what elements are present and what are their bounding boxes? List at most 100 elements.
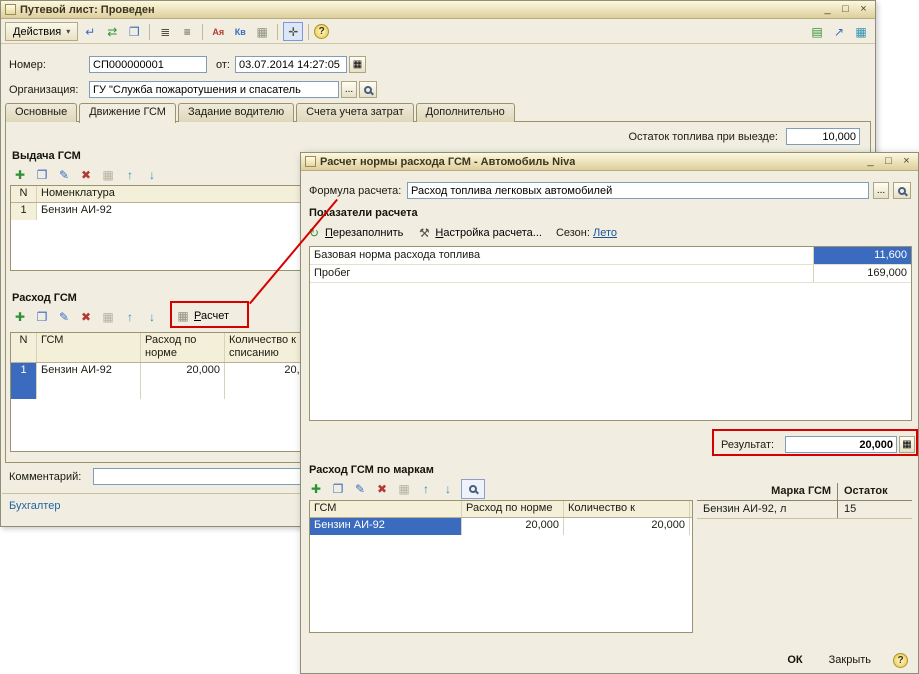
refill-button[interactable]: ↻ Перезаполнить xyxy=(307,223,403,243)
add-row-icon[interactable]: ✚ xyxy=(11,308,29,326)
maximize-icon[interactable]: □ xyxy=(881,155,896,168)
copy-icon[interactable]: ❐ xyxy=(124,22,144,41)
copy-row-icon[interactable]: ❐ xyxy=(329,480,347,498)
indicator-row[interactable]: Базовая норма расхода топлива 11,600 xyxy=(310,247,911,265)
brand-column-header: Марка ГСМ xyxy=(697,483,837,500)
move-down-icon[interactable]: ↓ xyxy=(143,166,161,184)
move-up-icon[interactable]: ↑ xyxy=(417,480,435,498)
add-row-icon[interactable]: ✚ xyxy=(307,480,325,498)
gsm-cell[interactable]: Бензин АИ-92 xyxy=(37,363,141,399)
toolbar-separator xyxy=(277,24,278,40)
move-up-icon[interactable]: ↑ xyxy=(121,308,139,326)
minimize-icon[interactable]: _ xyxy=(820,3,835,16)
number-label: Номер: xyxy=(9,59,46,71)
consumption-table: N ГСМ Расход по норме Количество к списа… xyxy=(10,332,326,452)
indicator-value[interactable]: 169,000 xyxy=(813,265,911,282)
move-up-icon[interactable]: ↑ xyxy=(121,166,139,184)
column-header-norm: Расход по норме xyxy=(141,333,225,362)
calculate-button[interactable]: ▦ Расчет xyxy=(176,306,229,326)
maximize-icon[interactable]: □ xyxy=(838,3,853,16)
organization-input[interactable] xyxy=(89,81,339,98)
structure-icon[interactable]: ✛ xyxy=(283,22,303,41)
ok-button[interactable]: ОК xyxy=(783,652,806,668)
edit-row-icon[interactable]: ✎ xyxy=(55,166,73,184)
calculator-icon[interactable]: ▦ xyxy=(252,22,272,41)
result-input[interactable] xyxy=(785,436,897,453)
calc-dialog: Расчет нормы расхода ГСМ - Автомобиль Ni… xyxy=(300,152,919,674)
help-icon[interactable]: ? xyxy=(314,24,329,39)
tab-cost-accounts[interactable]: Счета учета затрат xyxy=(296,103,413,122)
magnifier-glyph xyxy=(898,187,906,195)
totals-icon[interactable]: Кв xyxy=(230,22,250,41)
sort-icon[interactable]: Ая xyxy=(208,22,228,41)
norm-cell[interactable]: 20,000 xyxy=(141,363,225,399)
add-row-icon[interactable]: ✚ xyxy=(11,166,29,184)
copy-row-icon[interactable]: ❐ xyxy=(33,308,51,326)
reread-icon[interactable]: ⇄ xyxy=(102,22,122,41)
toolbar-separator xyxy=(308,24,309,40)
calculator-icon[interactable]: ▦ xyxy=(899,436,915,453)
writeoff-cell[interactable]: 20,000 xyxy=(564,518,690,535)
save-icon[interactable]: ↵ xyxy=(80,22,100,41)
norm-cell[interactable]: 20,000 xyxy=(462,518,564,535)
ellipsis-button[interactable]: ... xyxy=(341,81,357,98)
delete-row-icon[interactable]: ✖ xyxy=(373,480,391,498)
actions-button[interactable]: Действия ▾ xyxy=(5,22,78,41)
close-icon[interactable]: × xyxy=(856,3,871,16)
minimize-icon[interactable]: _ xyxy=(863,155,878,168)
date-input[interactable] xyxy=(235,56,347,73)
consumption-table-header: N ГСМ Расход по норме Количество к списа… xyxy=(11,333,325,363)
move-down-icon[interactable]: ↓ xyxy=(143,308,161,326)
organization-label: Организация: xyxy=(9,84,78,96)
tab-driver-task[interactable]: Задание водителю xyxy=(178,103,294,122)
magnifier-icon[interactable] xyxy=(893,182,911,199)
search-icon[interactable] xyxy=(461,479,485,499)
number-input[interactable] xyxy=(89,56,207,73)
ellipsis-button[interactable]: ... xyxy=(873,182,889,199)
tab-additional[interactable]: Дополнительно xyxy=(416,103,515,122)
brand-rest-header: Марка ГСМ Остаток xyxy=(697,483,912,501)
gsm-cell[interactable]: Бензин АИ-92 xyxy=(310,518,462,535)
help-icon[interactable]: ? xyxy=(893,653,908,668)
indicator-name[interactable]: Базовая норма расхода топлива xyxy=(310,247,813,264)
list-settings-icon[interactable]: ≡ xyxy=(177,22,197,41)
brands-table-row[interactable]: Бензин АИ-92 20,000 20,000 xyxy=(310,518,692,535)
magnifier-icon[interactable] xyxy=(359,81,377,98)
inactive-icon[interactable]: ▦ xyxy=(99,166,117,184)
report-icon[interactable]: ▦ xyxy=(851,22,871,41)
season-label: Сезон: xyxy=(556,227,590,239)
indicator-row[interactable]: Пробег 169,000 xyxy=(310,265,911,283)
delete-row-icon[interactable]: ✖ xyxy=(77,308,95,326)
calc-settings-label: Настройка расчета... xyxy=(435,227,542,239)
fuel-rest-input[interactable] xyxy=(786,128,860,145)
calendar-icon[interactable]: ▦ xyxy=(349,56,366,73)
row-number-cell[interactable]: 1 xyxy=(11,363,37,399)
magnifier-glyph xyxy=(469,485,477,493)
responsible-link[interactable]: Бухгалтер xyxy=(9,500,60,512)
close-button[interactable]: Закрыть xyxy=(825,652,875,668)
calc-settings-button[interactable]: ⚒ Настройка расчета... xyxy=(417,223,542,243)
inactive-icon[interactable]: ▦ xyxy=(99,308,117,326)
inactive-icon[interactable]: ▦ xyxy=(395,480,413,498)
row-number-cell[interactable]: 1 xyxy=(11,203,37,220)
journal-icon[interactable]: ▤ xyxy=(807,22,827,41)
move-down-icon[interactable]: ↓ xyxy=(439,480,457,498)
brands-table-header: ГСМ Расход по норме Количество к списани… xyxy=(310,501,692,518)
formula-input[interactable] xyxy=(407,182,869,199)
dialog-buttons: ОК Закрыть ? xyxy=(783,652,908,668)
tab-main[interactable]: Основные xyxy=(5,103,77,122)
indicator-name[interactable]: Пробег xyxy=(310,265,813,282)
tab-fuel-movement[interactable]: Движение ГСМ xyxy=(79,103,176,123)
close-icon[interactable]: × xyxy=(899,155,914,168)
list-icon[interactable]: ≣ xyxy=(155,22,175,41)
edit-row-icon[interactable]: ✎ xyxy=(55,308,73,326)
indicator-value[interactable]: 11,600 xyxy=(813,247,911,264)
delete-row-icon[interactable]: ✖ xyxy=(77,166,95,184)
copy-row-icon[interactable]: ❐ xyxy=(33,166,51,184)
season-link[interactable]: Лето xyxy=(593,227,617,239)
calculate-label: Расчет xyxy=(194,310,229,322)
edit-row-icon[interactable]: ✎ xyxy=(351,480,369,498)
consumption-table-row[interactable]: 1 Бензин АИ-92 20,000 20,000 xyxy=(11,363,325,399)
go-icon[interactable]: ↗ xyxy=(829,22,849,41)
brand-rest-panel: Марка ГСМ Остаток Бензин АИ-92, л 15 xyxy=(697,483,912,519)
